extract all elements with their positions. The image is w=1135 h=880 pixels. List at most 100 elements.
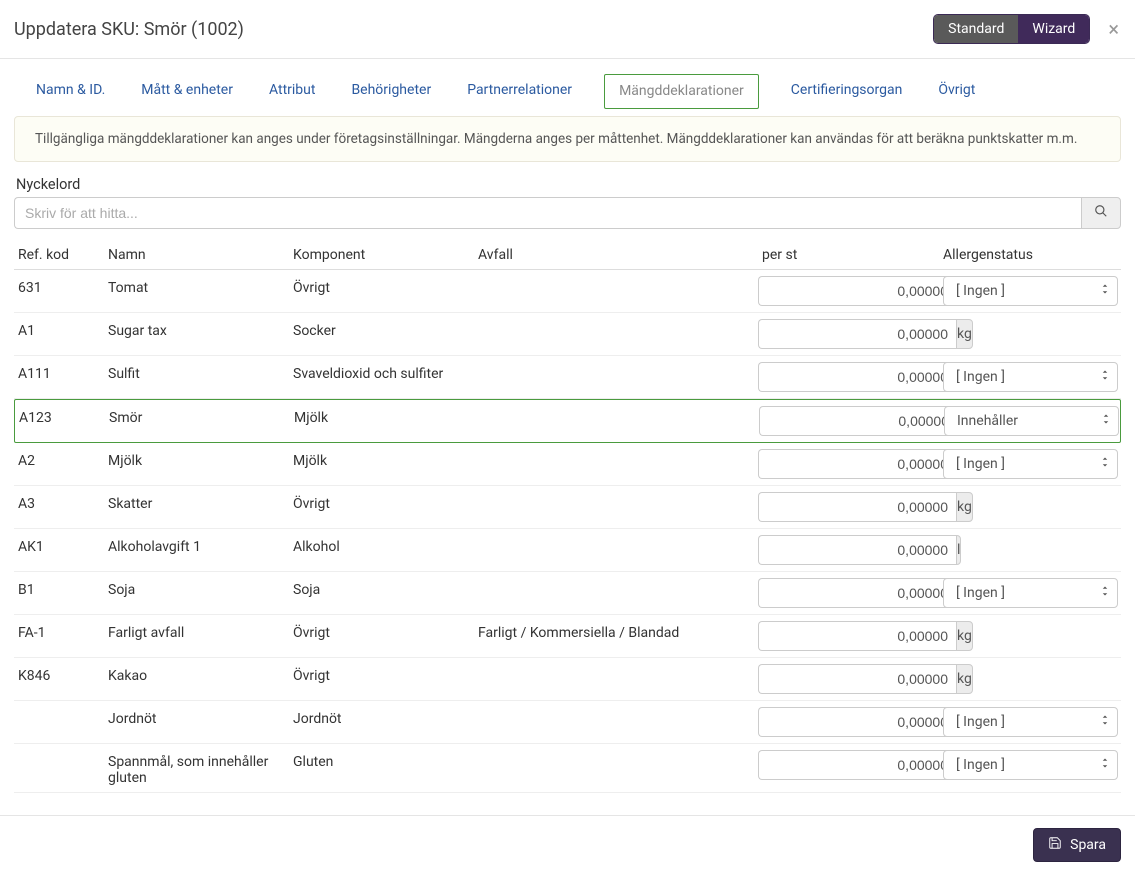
modal-header: Uppdatera SKU: Smör (1002) Standard Wiza… bbox=[0, 0, 1135, 59]
allergen-value: [ Ingen ] bbox=[956, 585, 1005, 601]
table-header: Ref. kod Namn Komponent Avfall per st Al… bbox=[14, 243, 1121, 270]
allergen-value: [ Ingen ] bbox=[956, 369, 1005, 385]
allergen-value: [ Ingen ] bbox=[956, 283, 1005, 299]
cell-name: Mjölk bbox=[108, 449, 293, 469]
allergen-select[interactable]: [ Ingen ] bbox=[943, 707, 1118, 737]
quantity-input[interactable] bbox=[758, 578, 956, 608]
tab-4[interactable]: Partnerrelationer bbox=[463, 74, 576, 108]
quantity-input[interactable] bbox=[758, 535, 956, 565]
allergen-select[interactable]: [ Ingen ] bbox=[943, 750, 1118, 780]
cell-name: Tomat bbox=[108, 276, 293, 296]
quantity-input[interactable] bbox=[758, 621, 956, 651]
search-icon bbox=[1094, 204, 1108, 222]
cell-component: Jordnöt bbox=[293, 707, 478, 727]
table-body: 631TomatÖvrigtkg[ Ingen ]A1Sugar taxSock… bbox=[14, 270, 1121, 793]
cell-per-st: kg bbox=[758, 319, 943, 349]
cell-ref: B1 bbox=[18, 578, 108, 598]
cell-allergen: [ Ingen ] bbox=[943, 750, 1123, 780]
cell-ref bbox=[18, 707, 108, 711]
quantity-input[interactable] bbox=[758, 276, 956, 306]
tab-1[interactable]: Mått & enheter bbox=[137, 74, 237, 108]
page-title: Uppdatera SKU: Smör (1002) bbox=[14, 19, 244, 40]
tab-3[interactable]: Behörigheter bbox=[347, 74, 435, 108]
tab-7[interactable]: Övrigt bbox=[934, 74, 979, 108]
cell-per-st: kg bbox=[758, 449, 943, 479]
table-row: A3SkatterÖvrigtkg bbox=[14, 486, 1121, 529]
cell-component: Övrigt bbox=[293, 492, 478, 512]
quantity-input[interactable] bbox=[758, 750, 956, 780]
cell-waste bbox=[478, 276, 758, 280]
save-icon bbox=[1048, 836, 1062, 854]
cell-per-st: kg bbox=[758, 362, 943, 392]
tab-6[interactable]: Certifieringsorgan bbox=[787, 74, 907, 108]
quantity-input[interactable] bbox=[758, 664, 956, 694]
allergen-select[interactable]: [ Ingen ] bbox=[943, 362, 1118, 392]
cell-component: Övrigt bbox=[293, 664, 478, 684]
cell-name: Smör bbox=[109, 406, 294, 426]
allergen-select[interactable]: [ Ingen ] bbox=[943, 578, 1118, 608]
toggle-wizard-button[interactable]: Wizard bbox=[1018, 15, 1089, 43]
cell-ref: A1 bbox=[18, 319, 108, 339]
declarations-table: Ref. kod Namn Komponent Avfall per st Al… bbox=[14, 243, 1121, 793]
table-row: A2MjölkMjölkkg[ Ingen ] bbox=[14, 443, 1121, 486]
quantity-input[interactable] bbox=[758, 319, 956, 349]
quantity-input[interactable] bbox=[758, 362, 956, 392]
cell-waste bbox=[478, 492, 758, 496]
table-row: Spannmål, som innehåller glutenGlutenkg[… bbox=[14, 744, 1121, 793]
cell-per-st: kg bbox=[758, 276, 943, 306]
keyword-label: Nyckelord bbox=[16, 176, 1119, 193]
col-ref: Ref. kod bbox=[18, 247, 108, 263]
cell-waste bbox=[479, 406, 759, 410]
toggle-standard-button[interactable]: Standard bbox=[934, 15, 1018, 43]
cell-ref: FA-1 bbox=[18, 621, 108, 641]
cell-ref: A2 bbox=[18, 449, 108, 469]
cell-waste bbox=[478, 319, 758, 323]
quantity-unit: kg bbox=[956, 319, 973, 349]
quantity-input[interactable] bbox=[758, 707, 956, 737]
allergen-value: [ Ingen ] bbox=[956, 757, 1005, 773]
cell-component: Mjölk bbox=[294, 406, 479, 426]
cell-component: Övrigt bbox=[293, 621, 478, 641]
cell-per-st: kg bbox=[758, 707, 943, 737]
cell-name: Sugar tax bbox=[108, 319, 293, 339]
cell-name: Jordnöt bbox=[108, 707, 293, 727]
cell-name: Alkoholavgift 1 bbox=[108, 535, 293, 555]
table-row: K846KakaoÖvrigtkg bbox=[14, 658, 1121, 701]
cell-name: Farligt avfall bbox=[108, 621, 293, 641]
cell-ref bbox=[18, 750, 108, 754]
cell-per-st: kg bbox=[758, 664, 943, 694]
cell-component: Alkohol bbox=[293, 535, 478, 555]
allergen-value: [ Ingen ] bbox=[956, 714, 1005, 730]
allergen-select[interactable]: [ Ingen ] bbox=[943, 276, 1118, 306]
cell-per-st: kg bbox=[758, 578, 943, 608]
quantity-unit: kg bbox=[956, 492, 973, 522]
col-waste: Avfall bbox=[478, 247, 758, 263]
close-icon[interactable]: × bbox=[1108, 19, 1119, 39]
table-row: FA-1Farligt avfallÖvrigtFarligt / Kommer… bbox=[14, 615, 1121, 658]
cell-component: Övrigt bbox=[293, 276, 478, 296]
chevron-sort-icon bbox=[1101, 585, 1109, 601]
cell-per-st: kg bbox=[758, 621, 943, 651]
search-input[interactable] bbox=[14, 197, 1081, 229]
tab-0[interactable]: Namn & ID. bbox=[32, 74, 109, 108]
save-button[interactable]: Spara bbox=[1033, 828, 1121, 862]
tab-2[interactable]: Attribut bbox=[265, 74, 319, 108]
cell-name: Spannmål, som innehåller gluten bbox=[108, 750, 293, 786]
search-button[interactable] bbox=[1081, 197, 1121, 229]
quantity-input[interactable] bbox=[758, 449, 956, 479]
cell-ref: A111 bbox=[18, 362, 108, 382]
quantity-input[interactable] bbox=[759, 406, 957, 436]
chevron-sort-icon bbox=[1101, 757, 1109, 773]
chevron-sort-icon bbox=[1101, 714, 1109, 730]
tab-5[interactable]: Mängddeklarationer bbox=[604, 74, 759, 109]
allergen-select[interactable]: [ Ingen ] bbox=[943, 449, 1118, 479]
allergen-select[interactable]: Innehåller bbox=[944, 406, 1119, 436]
quantity-input[interactable] bbox=[758, 492, 956, 522]
chevron-sort-icon bbox=[1101, 369, 1109, 385]
cell-component: Gluten bbox=[293, 750, 478, 770]
cell-waste bbox=[478, 578, 758, 582]
info-banner: Tillgängliga mängddeklarationer kan ange… bbox=[14, 116, 1121, 162]
cell-waste bbox=[478, 362, 758, 366]
cell-allergen: [ Ingen ] bbox=[943, 578, 1123, 608]
cell-ref: A3 bbox=[18, 492, 108, 512]
